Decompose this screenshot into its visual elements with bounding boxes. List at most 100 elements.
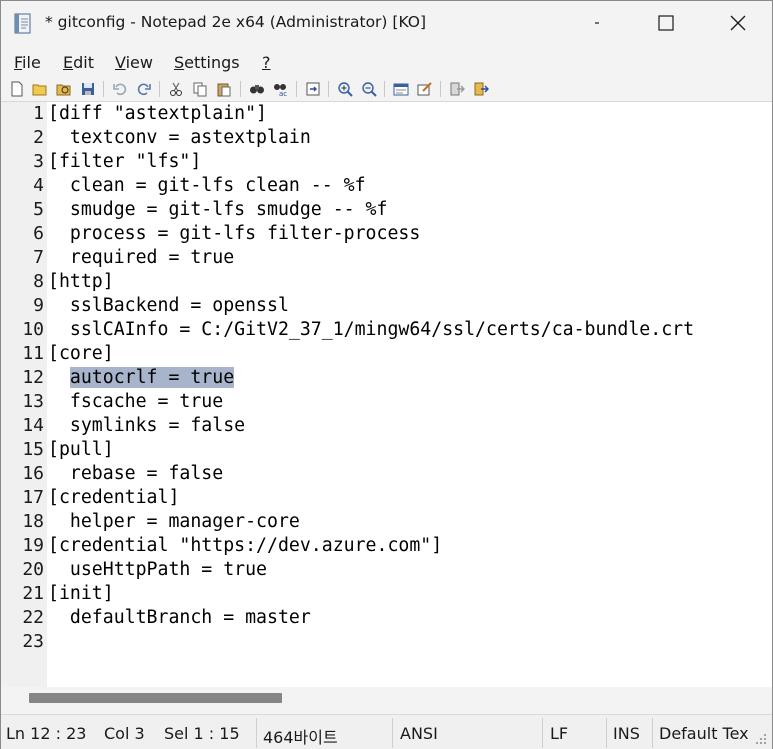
editor-line[interactable]: 16 rebase = false: [1, 462, 772, 486]
editor-line[interactable]: 7 required = true: [1, 246, 772, 270]
line-text[interactable]: helper = manager-core: [48, 510, 300, 534]
line-text[interactable]: fscache = true: [48, 390, 223, 414]
editor-line[interactable]: 8 [http]: [1, 270, 772, 294]
editor-line[interactable]: 6 process = git-lfs filter-process: [1, 222, 772, 246]
goto-icon[interactable]: [305, 81, 321, 97]
line-text[interactable]: [credential "https://dev.azure.com"]: [48, 534, 442, 558]
close-button[interactable]: [711, 1, 769, 45]
line-text[interactable]: sslCAInfo = C:/GitV2_37_1/mingw64/ssl/ce…: [48, 318, 694, 342]
editor-line[interactable]: 1 [diff "astextplain"]: [1, 102, 772, 126]
editor-line[interactable]: 11 [core]: [1, 342, 772, 366]
menu-view[interactable]: View: [115, 53, 153, 72]
menu-file[interactable]: File: [14, 53, 41, 72]
editor-line[interactable]: 21 [init]: [1, 582, 772, 606]
line-number: 13: [22, 391, 44, 412]
undo-icon[interactable]: [112, 81, 128, 97]
menu-help[interactable]: ?: [262, 53, 271, 72]
status-scheme[interactable]: Default Tex: [659, 724, 749, 743]
editor-line[interactable]: 17 [credential]: [1, 486, 772, 510]
minimize-button[interactable]: [541, 1, 611, 45]
scheme-icon[interactable]: [417, 81, 433, 97]
save-icon[interactable]: [80, 81, 96, 97]
line-number: 10: [22, 319, 44, 340]
menu-settings[interactable]: Settings: [174, 53, 240, 72]
redo-icon[interactable]: [136, 81, 152, 97]
line-text[interactable]: [init]: [48, 582, 114, 606]
status-separator: [606, 718, 607, 748]
editor-line[interactable]: 9 sslBackend = openssl: [1, 294, 772, 318]
editor-line[interactable]: 20 useHttpPath = true: [1, 558, 772, 582]
line-text[interactable]: [filter "lfs"]: [48, 150, 201, 174]
editor-line[interactable]: 10 sslCAInfo = C:/GitV2_37_1/mingw64/ssl…: [1, 318, 772, 342]
editor-line[interactable]: 18 helper = manager-core: [1, 510, 772, 534]
line-text[interactable]: clean = git-lfs clean -- %f: [48, 174, 366, 198]
toolbar-separator: [103, 81, 104, 97]
paste-icon[interactable]: [216, 81, 232, 97]
line-number: 4: [33, 175, 44, 196]
line-text[interactable]: rebase = false: [48, 462, 223, 486]
line-text[interactable]: [core]: [48, 342, 114, 366]
replace-icon[interactable]: ac: [273, 81, 289, 97]
maximize-button[interactable]: [637, 1, 695, 45]
editor-line[interactable]: 12 autocrlf = true: [1, 366, 772, 390]
status-encoding[interactable]: ANSI: [400, 724, 438, 743]
line-text[interactable]: autocrlf = true: [48, 366, 235, 390]
status-insert-mode[interactable]: INS: [613, 724, 640, 743]
status-bar: Ln 12 : 23 Col 3 Sel 1 : 15 464바이트 ANSI …: [1, 714, 772, 749]
editor-line[interactable]: 23: [1, 630, 772, 654]
selected-text[interactable]: autocrlf = true: [69, 367, 235, 388]
line-number: 23: [22, 631, 44, 652]
line-text[interactable]: sslBackend = openssl: [48, 294, 289, 318]
line-text[interactable]: [pull]: [48, 438, 114, 462]
horizontal-scrollbar[interactable]: [1, 687, 772, 709]
copy-icon[interactable]: [192, 81, 208, 97]
open-file-icon[interactable]: [32, 81, 48, 97]
line-text[interactable]: textconv = astextplain: [48, 126, 311, 150]
cut-icon[interactable]: [168, 81, 184, 97]
editor-line[interactable]: 22 defaultBranch = master: [1, 606, 772, 630]
status-column[interactable]: Col 3: [104, 724, 145, 743]
line-text[interactable]: defaultBranch = master: [48, 606, 311, 630]
menu-edit[interactable]: Edit: [63, 53, 94, 72]
editor-line[interactable]: 15 [pull]: [1, 438, 772, 462]
zoom-out-icon[interactable]: [361, 81, 377, 97]
line-text[interactable]: required = true: [48, 246, 234, 270]
horizontal-scroll-thumb[interactable]: [29, 693, 282, 703]
editor-line[interactable]: 4 clean = git-lfs clean -- %f: [1, 174, 772, 198]
editor-area[interactable]: 1 [diff "astextplain"] 2 textconv = astext…: [1, 101, 772, 687]
editor-line[interactable]: 2 textconv = astextplain: [1, 126, 772, 150]
resize-grip-icon[interactable]: [756, 733, 768, 745]
close-icon: [730, 15, 746, 31]
line-text[interactable]: symlinks = false: [48, 414, 245, 438]
line-number: 14: [22, 415, 44, 436]
toolbar-separator: [440, 81, 441, 97]
save-and-exit-icon[interactable]: [473, 81, 489, 97]
word-wrap-icon[interactable]: [393, 81, 409, 97]
editor-line[interactable]: 3 [filter "lfs"]: [1, 150, 772, 174]
toolbar: ac: [1, 78, 772, 100]
exit-icon[interactable]: [449, 81, 465, 97]
line-text[interactable]: [diff "astextplain"]: [48, 102, 267, 126]
line-number: 9: [33, 295, 44, 316]
line-text[interactable]: [credential]: [48, 486, 179, 510]
editor-line[interactable]: 19 [credential "https://dev.azure.com"]: [1, 534, 772, 558]
browse-icon[interactable]: [56, 81, 72, 97]
line-text[interactable]: smudge = git-lfs smudge -- %f: [48, 198, 388, 222]
zoom-in-icon[interactable]: [337, 81, 353, 97]
svg-text:ac: ac: [279, 90, 287, 97]
editor-line[interactable]: 5 smudge = git-lfs smudge -- %f: [1, 198, 772, 222]
status-line-ending[interactable]: LF: [550, 724, 568, 743]
line-text[interactable]: process = git-lfs filter-process: [48, 222, 420, 246]
status-selection[interactable]: Sel 1 : 15: [164, 724, 240, 743]
line-text[interactable]: useHttpPath = true: [48, 558, 267, 582]
find-icon[interactable]: [249, 81, 265, 97]
status-line-position[interactable]: Ln 12 : 23: [6, 724, 86, 743]
editor-line[interactable]: 13 fscache = true: [1, 390, 772, 414]
editor-line[interactable]: 14 symlinks = false: [1, 414, 772, 438]
title-bar[interactable]: * gitconfig - Notepad 2e x64 (Administra…: [1, 1, 772, 45]
line-text[interactable]: [http]: [48, 270, 114, 294]
line-number: 12: [22, 367, 44, 388]
toolbar-separator: [384, 81, 385, 97]
new-file-icon[interactable]: [9, 81, 25, 97]
